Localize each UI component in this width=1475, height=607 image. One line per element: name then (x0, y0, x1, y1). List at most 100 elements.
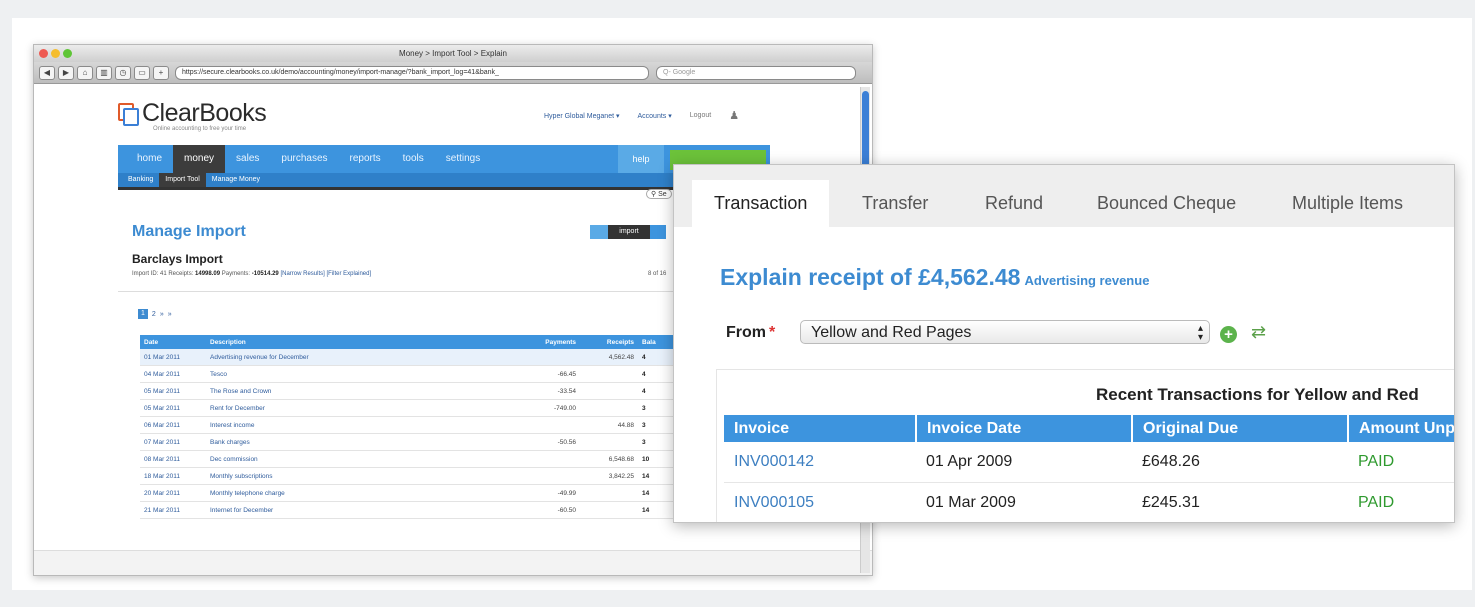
account-menu: Hyper Global Meganet ▾ Accounts ▾ Logout… (544, 109, 739, 122)
logout-link[interactable]: Logout (690, 112, 711, 119)
col-receipts[interactable]: Receipts (580, 335, 638, 349)
row-receipt (580, 484, 638, 502)
row-date: 18 Mar 2011 (140, 467, 206, 485)
zoom-window-button[interactable] (63, 49, 72, 58)
url-text: https://secure.clearbooks.co.uk/demo/acc… (182, 68, 499, 76)
col-invoice[interactable]: Invoice (724, 415, 917, 442)
page-2-link[interactable]: 2 (152, 311, 156, 318)
tab-multiple-items[interactable]: Multiple Items (1270, 180, 1425, 227)
row-description[interactable]: Interest income (206, 416, 506, 434)
row-description[interactable]: Dec commission (206, 450, 506, 468)
recent-transactions-table: Invoice Invoice Date Original Due Amount… (724, 415, 1454, 522)
subnav-import-tool[interactable]: Import Tool (159, 173, 206, 187)
tab-refund[interactable]: Refund (963, 180, 1065, 227)
close-window-button[interactable] (39, 49, 48, 58)
company-dropdown[interactable]: Hyper Global Meganet ▾ (544, 112, 620, 120)
browser-toolbar: ◀ ▶ ⌂ ▥ ◷ ▭ + https://secure.clearbooks.… (34, 62, 872, 84)
user-icon[interactable]: ♟ (729, 109, 739, 122)
row-description[interactable]: Monthly telephone charge (206, 484, 506, 502)
page-1-link[interactable]: 1 (138, 309, 148, 319)
row-payment (506, 416, 580, 434)
tab-bounced-cheque[interactable]: Bounced Cheque (1075, 180, 1258, 227)
import-button[interactable]: import (608, 225, 650, 239)
receipts-total: 14998.09 (195, 271, 221, 277)
nav-settings[interactable]: settings (435, 145, 491, 173)
logo-tagline: Online accounting to free your time (153, 126, 247, 132)
nav-reports[interactable]: reports (339, 145, 392, 173)
last-page-link[interactable]: » (168, 311, 172, 318)
row-payment (506, 450, 580, 468)
col-invoice-date[interactable]: Invoice Date (916, 415, 1133, 442)
history-icon[interactable]: ◷ (115, 65, 131, 80)
nav-money[interactable]: money (173, 145, 226, 173)
nav-search-text: Se (658, 191, 667, 198)
tab-transaction[interactable]: Transaction (692, 180, 830, 227)
col-payments[interactable]: Payments (506, 335, 580, 349)
import-meta-payments: Payments: (220, 271, 252, 277)
forward-icon[interactable]: ▶ (58, 65, 74, 80)
window-titlebar: Money > Import Tool > Explain (34, 45, 872, 62)
nav-home[interactable]: home (126, 145, 173, 173)
status-badge: PAID (1348, 482, 1454, 522)
row-description[interactable]: Internet for December (206, 501, 506, 519)
from-select-value: Yellow and Red Pages (811, 324, 972, 341)
row-payment: -33.54 (506, 382, 580, 400)
row-description[interactable]: Tesco (206, 365, 506, 383)
explain-subtitle: Advertising revenue (1024, 273, 1150, 288)
col-amount-unpaid[interactable]: Amount Unpa (1348, 415, 1454, 442)
from-select[interactable]: Yellow and Red Pages ▴ ▾ (800, 320, 1210, 344)
clearbooks-logo[interactable]: ClearBooks Online accounting to free you… (118, 99, 267, 132)
row-description[interactable]: Monthly subscriptions (206, 467, 506, 485)
col-date[interactable]: Date (140, 335, 206, 349)
row-date: 06 Mar 2011 (140, 416, 206, 434)
address-bar[interactable]: https://secure.clearbooks.co.uk/demo/acc… (175, 65, 649, 80)
explain-heading: Explain receipt of £4,562.48 Advertising … (720, 264, 1149, 291)
status-badge: PAID (1348, 442, 1454, 483)
row-date: 04 Mar 2011 (140, 365, 206, 383)
row-payment (506, 467, 580, 485)
table-row[interactable]: INV000142 01 Apr 2009 £648.26 PAID (724, 442, 1454, 483)
tabs-icon[interactable]: ▭ (134, 65, 150, 80)
row-receipt: 44.88 (580, 416, 638, 434)
explain-tabs: Transaction Transfer Refund Bounced Cheq… (674, 165, 1454, 227)
results-count: 8 of 16 (648, 271, 667, 277)
row-receipt: 4,562.48 (580, 349, 638, 366)
invoice-date: 01 Apr 2009 (916, 442, 1132, 483)
refresh-icon[interactable]: ⇄ (1251, 322, 1266, 343)
row-description[interactable]: The Rose and Crown (206, 382, 506, 400)
help-button[interactable]: help (618, 145, 664, 173)
back-icon[interactable]: ◀ (39, 65, 55, 80)
subnav-banking[interactable]: Banking (122, 173, 159, 187)
original-due: £245.31 (1132, 482, 1348, 522)
nav-purchases[interactable]: purchases (270, 145, 338, 173)
row-description[interactable]: Advertising revenue for December (206, 349, 506, 366)
next-page-link[interactable]: » (160, 311, 164, 318)
import-secondary-button[interactable] (650, 225, 666, 239)
row-receipt (580, 382, 638, 400)
accounts-dropdown[interactable]: Accounts ▾ (638, 112, 672, 120)
add-contact-icon[interactable]: + (1220, 326, 1237, 343)
row-date: 07 Mar 2011 (140, 433, 206, 451)
row-receipt (580, 365, 638, 383)
row-description[interactable]: Rent for December (206, 399, 506, 417)
add-bookmark-icon[interactable]: + (153, 65, 169, 80)
browser-search-field[interactable]: Q- Google (656, 65, 856, 80)
invoice-link[interactable]: INV000105 (724, 482, 916, 522)
tab-transfer[interactable]: Transfer (840, 180, 950, 227)
import-icon[interactable] (590, 225, 608, 239)
minimize-window-button[interactable] (51, 49, 60, 58)
col-description[interactable]: Description (206, 335, 506, 349)
col-original-due[interactable]: Original Due (1132, 415, 1349, 442)
nav-search-field[interactable]: ⚲ Se (646, 189, 672, 199)
window-controls (39, 49, 72, 58)
nav-sales[interactable]: sales (225, 145, 270, 173)
nav-tools[interactable]: tools (392, 145, 435, 173)
bookmarks-icon[interactable]: ▥ (96, 65, 112, 80)
table-row[interactable]: INV000105 01 Mar 2009 £245.31 PAID (724, 482, 1454, 522)
filter-links[interactable]: [Narrow Results] [Filter Explained] (279, 271, 371, 277)
invoice-link[interactable]: INV000142 (724, 442, 916, 483)
subnav-manage-money[interactable]: Manage Money (206, 173, 266, 187)
row-description[interactable]: Bank charges (206, 433, 506, 451)
home-icon[interactable]: ⌂ (77, 65, 93, 80)
row-date: 05 Mar 2011 (140, 382, 206, 400)
